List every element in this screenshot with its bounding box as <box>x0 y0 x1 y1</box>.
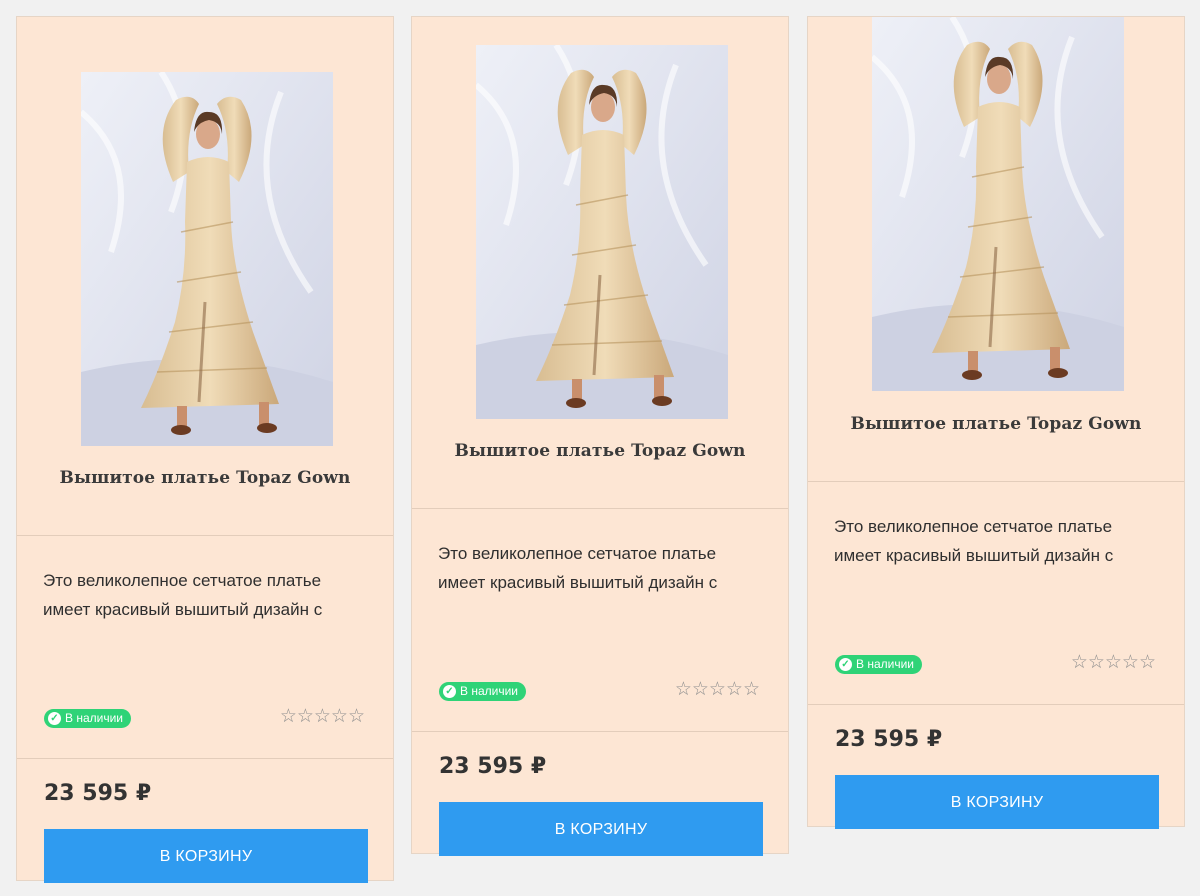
product-image[interactable] <box>81 72 333 446</box>
product-image[interactable] <box>872 17 1124 391</box>
rating-stars[interactable]: ☆☆☆☆☆ <box>1071 651 1156 674</box>
product-title[interactable]: Вышитое платье Topaz Gown <box>17 468 393 488</box>
check-circle-icon: ✓ <box>443 685 456 698</box>
product-description: Это великолепное сетчатое платье имеет к… <box>438 544 718 592</box>
in-stock-label: В наличии <box>65 711 124 725</box>
product-card: Вышитое платье Topaz Gown Это великолепн… <box>411 16 789 856</box>
in-stock-badge: ✓ В наличии <box>439 682 527 701</box>
product-price: 23 595 ₽ <box>439 754 547 779</box>
product-title[interactable]: Вышитое платье Topaz Gown <box>808 414 1184 434</box>
check-circle-icon: ✓ <box>839 658 852 671</box>
add-to-cart-button[interactable]: В КОРЗИНУ <box>44 829 368 883</box>
product-card: Вышитое платье Topaz Gown Это великолепн… <box>16 16 394 883</box>
add-to-cart-button[interactable]: В КОРЗИНУ <box>439 802 763 856</box>
product-price: 23 595 ₽ <box>44 781 152 806</box>
rating-stars[interactable]: ☆☆☆☆☆ <box>280 705 365 728</box>
add-to-cart-button[interactable]: В КОРЗИНУ <box>835 775 1159 829</box>
rating-stars[interactable]: ☆☆☆☆☆ <box>675 678 760 701</box>
product-title[interactable]: Вышитое платье Topaz Gown <box>412 441 788 461</box>
in-stock-badge: ✓ В наличии <box>44 709 132 728</box>
in-stock-label: В наличии <box>460 684 519 698</box>
in-stock-label: В наличии <box>856 657 915 671</box>
product-price: 23 595 ₽ <box>835 727 943 752</box>
product-description: Это великолепное сетчатое платье имеет к… <box>43 571 323 619</box>
product-card: Вышитое платье Topaz Gown Это великолепн… <box>807 16 1185 829</box>
product-image[interactable] <box>476 45 728 419</box>
check-circle-icon: ✓ <box>48 712 61 725</box>
in-stock-badge: ✓ В наличии <box>835 655 923 674</box>
product-description: Это великолепное сетчатое платье имеет к… <box>834 517 1114 565</box>
